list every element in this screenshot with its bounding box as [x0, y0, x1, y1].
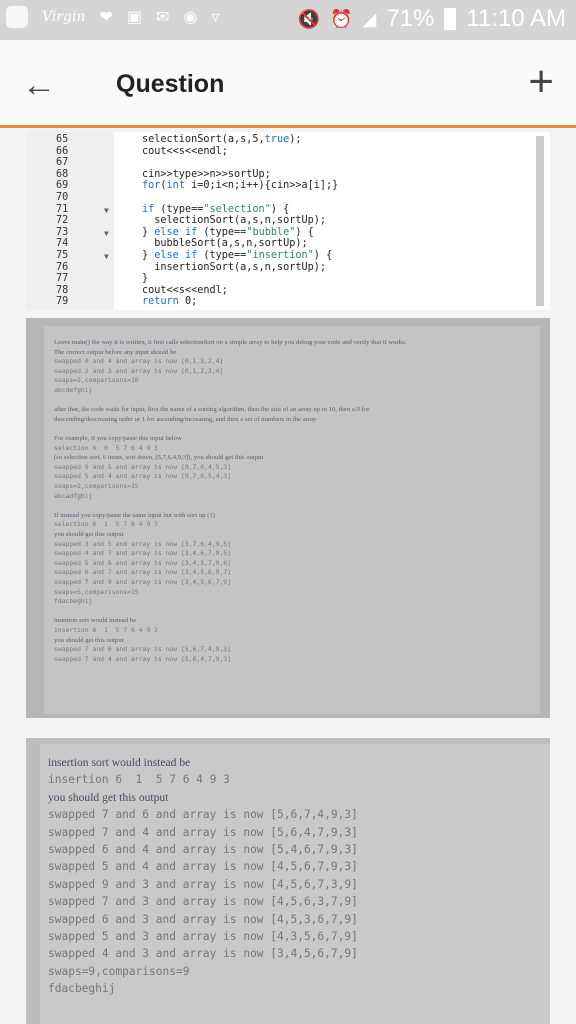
- assignment-photo-2[interactable]: insertion sort would instead be insertion…: [26, 738, 550, 1024]
- output-line: swapped 5 and 3 and array is now [4,3,5,…: [48, 930, 358, 943]
- line-number: 68: [56, 168, 69, 180]
- output-line: swapped 9 and 3 and array is now [4,5,6,…: [48, 877, 358, 891]
- output-line: swapped 2 and 3 and array is now [0,1,2,…: [54, 366, 224, 375]
- output-line: swapped 9 and 5 and array is now [9,7,6,…: [54, 462, 231, 471]
- line-number: 79: [56, 296, 69, 308]
- line-number: 73: [56, 226, 69, 238]
- code-line: }: [142, 273, 149, 285]
- app-bar: ← Question +: [0, 40, 576, 128]
- output-line: insertion 6 1 5 7 6 4 9 3: [54, 626, 158, 634]
- code-line: selectionSort(a,s,5,true);: [142, 134, 302, 145]
- code-line: } else if (type=="insertion") {: [142, 250, 333, 261]
- output-line: swapped 7 and 4 and array is now [5,6,4,…: [54, 654, 231, 663]
- instruction-text: insertion sort would instead be: [54, 617, 137, 625]
- gallery-icon: ▣: [126, 9, 143, 26]
- output-line: selection 6 1 5 7 6 4 9 3: [54, 520, 158, 529]
- output-line: swaps=9,comparisons=9: [48, 964, 190, 978]
- output-line: swaps=5,comparisons=15: [54, 587, 139, 596]
- output-line: swapped 3 and 5 and array is now [3,7,6,…: [54, 539, 231, 548]
- instagram-icon: ◉: [183, 9, 198, 26]
- photo-1-paper: Leave main() the way it is written, it f…: [44, 326, 540, 714]
- code-line: } else if (type=="bubble") {: [142, 226, 314, 238]
- instruction-text: insertion sort would instead be: [48, 756, 191, 769]
- instruction-text: you should get this output: [54, 636, 124, 644]
- line-number: 76: [56, 261, 69, 273]
- line-number: 75: [56, 250, 69, 261]
- output-line: abcdefghij: [54, 386, 93, 394]
- output-line: selection 6 0 5 7 6 4 9 3: [54, 443, 158, 452]
- mute-icon: 🔇: [297, 8, 321, 29]
- status-bar: Virgin ❤ ▣ ✉ ◉ ▿ 🔇 ⏰ ◢ 71% 11:10 AM: [0, 0, 576, 40]
- notification-icon: [6, 6, 28, 28]
- output-line: swapped 7 and 4 and array is now [5,6,4,…: [48, 825, 358, 839]
- assignment-photo-1[interactable]: Leave main() the way it is written, it f…: [26, 318, 550, 718]
- code-line: if (type=="selection") {: [142, 203, 290, 215]
- output-line: swapped 7 and 6 and array is now [5,6,7,…: [54, 645, 231, 654]
- code-line: cout<<s<<endl;: [142, 284, 228, 296]
- alarm-icon: ⏰: [330, 8, 353, 29]
- page-title: Question: [116, 70, 225, 98]
- output-line: swapped 0 and 4 and array is now [0,1,3,…: [54, 357, 224, 366]
- output-line: swapped 5 and 4 and array is now [9,7,6,…: [54, 472, 231, 481]
- line-number: 66: [56, 145, 69, 157]
- code-line: selectionSort(a,s,n,sortUp);: [142, 215, 327, 227]
- line-number: 77: [56, 273, 69, 285]
- code-line: return 0;: [142, 296, 198, 308]
- output-line: swaps=2,comparisons=15: [54, 482, 139, 490]
- battery-level: 71%: [386, 5, 435, 32]
- signal-icon: ◢: [362, 8, 377, 29]
- line-number: 71: [56, 203, 69, 215]
- output-line: swapped 5 and 6 and array is now [3,4,5,…: [54, 558, 231, 567]
- line-number: 78: [56, 284, 69, 296]
- code-screenshot: 65 selectionSort(a,s,5,true); 66 cout<<s<<e…: [26, 132, 550, 310]
- battery-icon: [444, 8, 457, 30]
- line-number: 65: [56, 134, 69, 145]
- photo-2-paper: insertion sort would instead be insertion…: [40, 744, 550, 1024]
- output-line: swapped 6 and 7 and array is now [3,4,5,…: [54, 568, 231, 577]
- output-line: swapped 5 and 4 and array is now [4,5,6,…: [48, 860, 358, 874]
- output-line: swapped 6 and 3 and array is now [4,5,3,…: [48, 912, 358, 926]
- carrier-logo: Virgin: [42, 9, 86, 25]
- output-line: swapped 7 and 3 and array is now [4,5,6,…: [48, 895, 358, 909]
- heart-icon: ❤: [99, 9, 113, 26]
- instruction-text: after that, the code waits for input, fi…: [54, 406, 370, 414]
- line-number: 72: [56, 215, 69, 227]
- output-line: fdacbeghij: [54, 597, 93, 606]
- add-button[interactable]: +: [528, 60, 554, 104]
- line-number: 74: [56, 238, 69, 250]
- instruction-text: descending/descreasing order or 1 for as…: [54, 415, 317, 423]
- mail-icon: ✉: [156, 9, 170, 26]
- code-line: insertionSort(a,s,n,sortUp);: [142, 261, 327, 273]
- instruction-text: you should get this output: [48, 790, 169, 804]
- code-scrollbar[interactable]: [536, 136, 544, 306]
- output-line: swapped 4 and 3 and array is now [3,4,5,…: [48, 947, 358, 961]
- instruction-text: If instead you copy/paste the same input…: [54, 511, 216, 519]
- instruction-text: The correct output before any input shou…: [54, 348, 177, 356]
- output-line: abcadfghij: [54, 491, 93, 500]
- back-arrow-icon[interactable]: ←: [22, 68, 56, 102]
- accent-divider: [0, 125, 576, 128]
- code-line: bubbleSort(a,s,n,sortUp);: [142, 238, 308, 250]
- code-line: cin>>type>>n>>sortUp;: [142, 168, 271, 180]
- output-line: swapped 7 and 9 and array is now [3,4,5,…: [54, 578, 231, 586]
- instruction-text: Leave main() the way it is written, it f…: [54, 339, 407, 346]
- output-line: swapped 6 and 4 and array is now [5,4,6,…: [48, 843, 358, 856]
- line-number: 69: [56, 180, 69, 192]
- instruction-text: (so selection sort, 6 items, sort down, …: [54, 454, 264, 462]
- wifi-icon: ▿: [211, 9, 220, 26]
- output-line: swapped 4 and 7 and array is now [3,4,6,…: [54, 549, 231, 558]
- line-number: 67: [56, 157, 69, 169]
- output-line: swaps=2,comparisons=10: [54, 376, 139, 385]
- code-line: cout<<s<<endl;: [142, 145, 228, 157]
- output-line: swapped 7 and 6 and array is now [5,6,7,…: [48, 808, 358, 822]
- output-line: insertion 6 1 5 7 6 4 9 3: [48, 773, 230, 787]
- line-number: 70: [56, 192, 69, 203]
- code-line: for(int i=0;i<n;i++){cin>>a[i];}: [142, 180, 339, 192]
- instruction-text: For example, if you copy/paste this inpu…: [54, 435, 182, 442]
- clock: 11:10 AM: [466, 5, 566, 32]
- instruction-text: you should get this output: [54, 531, 124, 538]
- output-line: fdacbeghij: [48, 982, 116, 996]
